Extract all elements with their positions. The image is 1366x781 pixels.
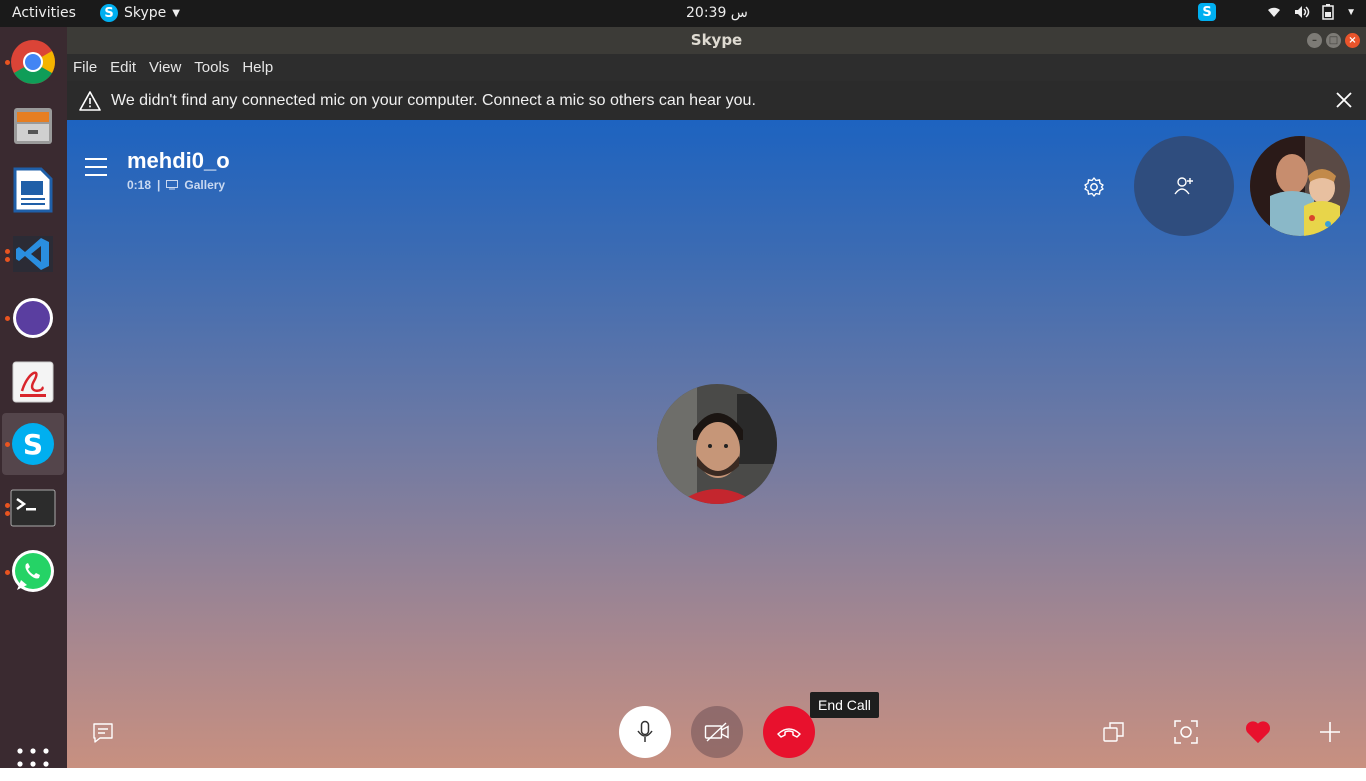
close-window-button[interactable]: × bbox=[1345, 33, 1360, 48]
running-indicator bbox=[5, 511, 10, 516]
heart-icon bbox=[1245, 721, 1271, 744]
running-indicator bbox=[5, 60, 10, 65]
svg-text:S: S bbox=[23, 428, 43, 461]
minimize-button[interactable]: – bbox=[1307, 33, 1322, 48]
end-call-tooltip: End Call bbox=[810, 692, 879, 718]
switch-view-button[interactable] bbox=[1101, 719, 1127, 745]
app-menu[interactable]: S Skype ▼ bbox=[100, 4, 180, 22]
dock-item-whatsapp[interactable] bbox=[2, 541, 64, 603]
running-indicator bbox=[5, 503, 10, 508]
menu-tools[interactable]: Tools bbox=[194, 59, 229, 76]
menu-edit[interactable]: Edit bbox=[110, 59, 136, 76]
writer-icon bbox=[13, 167, 53, 213]
chrome-icon bbox=[11, 40, 55, 84]
end-call-button[interactable] bbox=[763, 706, 815, 758]
settings-gear-icon[interactable] bbox=[1083, 176, 1105, 198]
clock[interactable]: 20:39 س bbox=[686, 5, 748, 21]
hang-up-icon bbox=[777, 728, 801, 738]
dock-item-skype[interactable]: S bbox=[2, 413, 64, 475]
warning-icon bbox=[79, 90, 101, 111]
menu-bar: File Edit View Tools Help bbox=[67, 54, 1366, 81]
call-controls: End Call bbox=[67, 692, 1366, 761]
battery-icon bbox=[1322, 4, 1334, 20]
add-person-icon bbox=[1174, 177, 1193, 195]
running-indicator bbox=[5, 570, 10, 575]
more-options-button[interactable] bbox=[1317, 719, 1343, 745]
menu-hamburger-icon[interactable] bbox=[85, 158, 107, 182]
call-duration: 0:18 bbox=[127, 178, 152, 192]
activities-button[interactable]: Activities bbox=[12, 5, 76, 21]
meta-separator: | bbox=[157, 178, 161, 192]
dock: S bbox=[0, 27, 67, 780]
chevron-down-icon: ▼ bbox=[172, 7, 180, 19]
microphone-icon bbox=[637, 720, 653, 742]
top-bar: Activities S Skype ▼ 20:39 س S ▼ bbox=[0, 0, 1366, 27]
show-applications-icon[interactable] bbox=[16, 747, 50, 781]
window-title: Skype bbox=[690, 31, 743, 49]
skype-icon: S bbox=[12, 423, 54, 465]
video-off-icon bbox=[704, 722, 729, 742]
dock-item-writer[interactable] bbox=[2, 159, 64, 221]
window-title-bar[interactable]: Skype – □ × bbox=[67, 27, 1366, 54]
chevron-down-icon: ▼ bbox=[1346, 6, 1356, 18]
no-mic-banner: We didn't find any connected mic on your… bbox=[67, 81, 1366, 120]
app-menu-label: Skype bbox=[124, 5, 167, 21]
dock-item-terminal[interactable] bbox=[2, 477, 64, 539]
contact-name: mehdi0_o bbox=[127, 148, 230, 173]
vscode-icon bbox=[13, 236, 53, 272]
call-screen: mehdi0_o 0:18 | Gallery End Call bbox=[67, 120, 1366, 768]
add-people-button[interactable] bbox=[1134, 136, 1234, 236]
switch-screens-icon bbox=[1103, 722, 1124, 742]
banner-message: We didn't find any connected mic on your… bbox=[111, 91, 756, 109]
call-meta: 0:18 | Gallery bbox=[127, 178, 225, 192]
dock-item-files[interactable] bbox=[2, 95, 64, 157]
running-indicator bbox=[5, 442, 10, 447]
volume-icon bbox=[1295, 6, 1310, 18]
file-manager-icon bbox=[14, 108, 52, 144]
skype-app-icon: S bbox=[100, 4, 118, 22]
snapshot-icon bbox=[1174, 720, 1198, 744]
plus-icon bbox=[1320, 722, 1340, 742]
dock-item-chrome[interactable] bbox=[2, 31, 64, 93]
chat-icon[interactable] bbox=[91, 721, 115, 745]
running-indicator bbox=[5, 316, 10, 321]
dock-item-pdf-reader[interactable] bbox=[2, 351, 64, 413]
react-button[interactable] bbox=[1245, 719, 1271, 745]
menu-view[interactable]: View bbox=[149, 59, 181, 76]
running-indicator bbox=[5, 257, 10, 262]
tor-icon bbox=[13, 298, 53, 338]
view-mode-button[interactable]: Gallery bbox=[184, 178, 225, 192]
whatsapp-icon bbox=[12, 550, 54, 592]
system-tray[interactable]: S ▼ bbox=[1198, 3, 1356, 21]
maximize-button[interactable]: □ bbox=[1326, 33, 1341, 48]
video-toggle-button[interactable] bbox=[691, 706, 743, 758]
snapshot-button[interactable] bbox=[1173, 719, 1199, 745]
gallery-icon bbox=[166, 180, 179, 190]
dock-item-vscode[interactable] bbox=[2, 223, 64, 285]
mute-button[interactable] bbox=[619, 706, 671, 758]
pdf-reader-icon bbox=[12, 361, 54, 403]
close-icon[interactable] bbox=[1334, 90, 1354, 110]
terminal-icon bbox=[10, 489, 56, 527]
running-indicator bbox=[5, 249, 10, 254]
menu-help[interactable]: Help bbox=[242, 59, 273, 76]
dock-item-tor-browser[interactable] bbox=[2, 287, 64, 349]
contact-avatar bbox=[657, 384, 777, 504]
skype-tray-icon[interactable]: S bbox=[1198, 3, 1217, 21]
wifi-icon bbox=[1268, 7, 1281, 17]
self-video-avatar[interactable] bbox=[1250, 136, 1350, 236]
menu-file[interactable]: File bbox=[73, 59, 97, 76]
